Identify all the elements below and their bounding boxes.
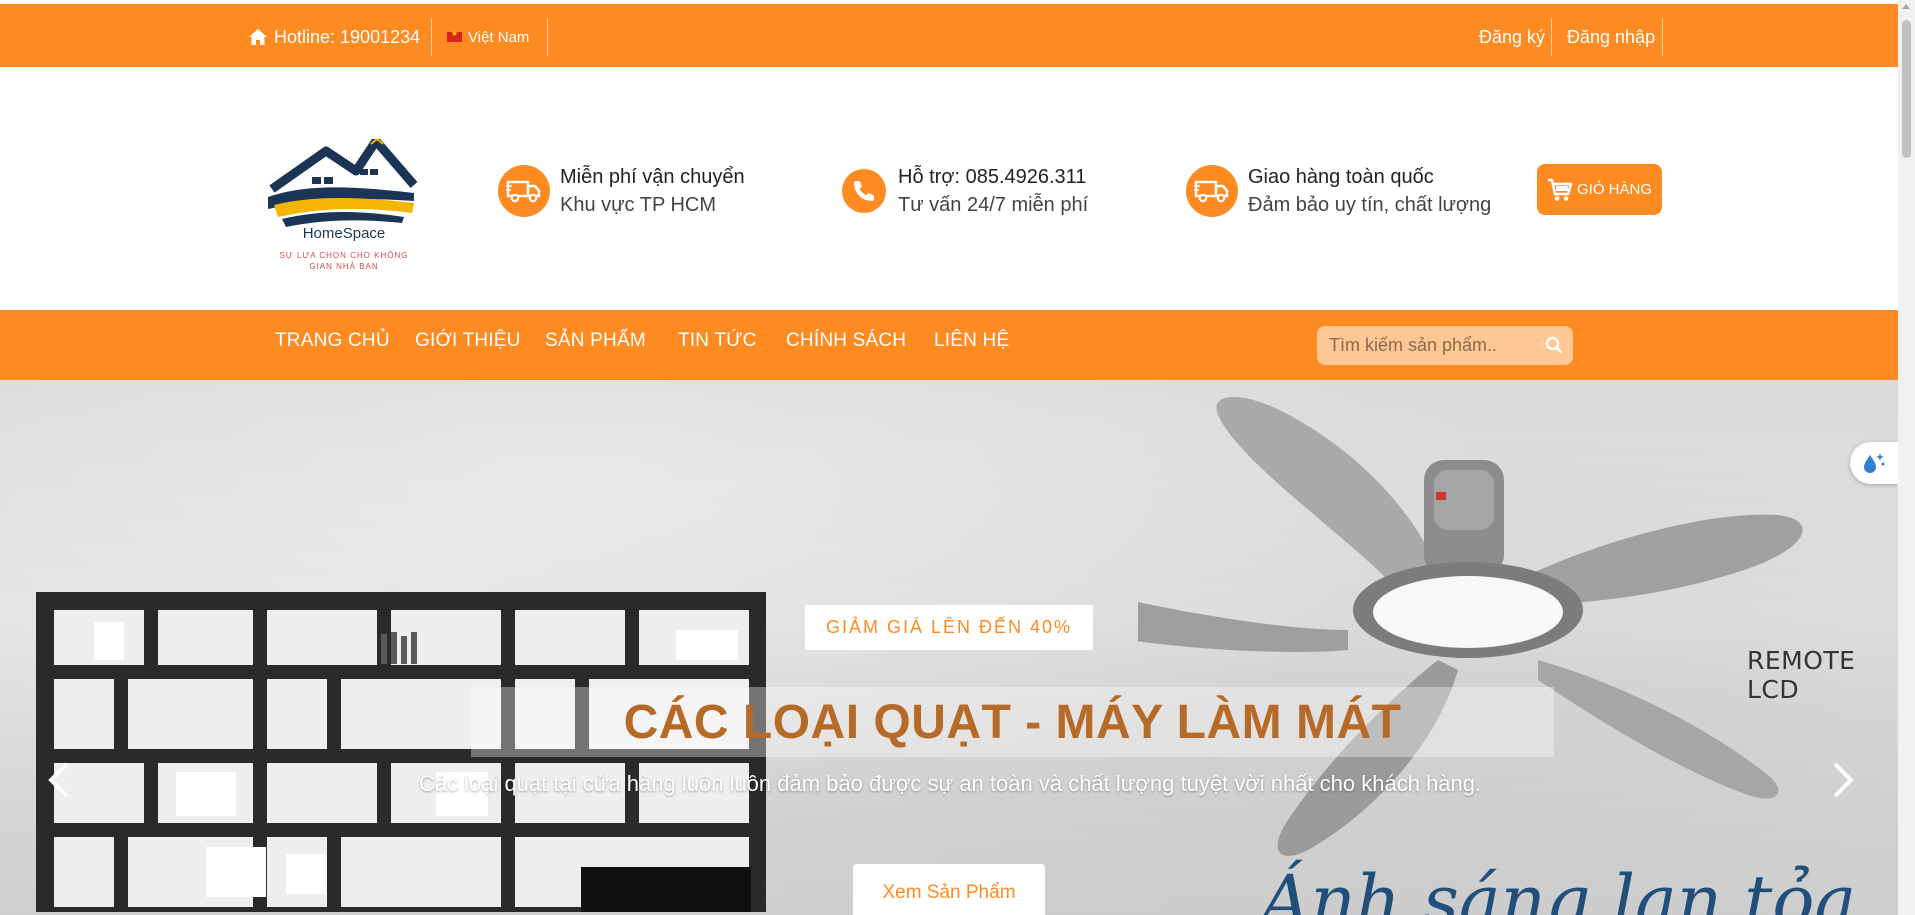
scrollbar-thumb[interactable] <box>1902 20 1911 158</box>
feature-subtitle: Khu vực TP HCM <box>560 194 717 216</box>
house-logo-icon <box>268 139 418 227</box>
login-link[interactable]: Đăng nhập <box>1567 19 1655 55</box>
language-selector[interactable]: Việt Nam <box>447 19 529 55</box>
home-icon <box>249 29 267 45</box>
feature-nationwide-delivery: Giao hàng toàn quốc Đảm bảo uy tín, chất… <box>1186 163 1491 219</box>
register-link[interactable]: Đăng ký <box>1479 19 1545 55</box>
main-nav: TRANG CHỦ GIỚI THIỆU SẢN PHẨM TIN TỨC CH… <box>0 310 1898 380</box>
nav-item-about[interactable]: GIỚI THIỆU <box>415 330 521 352</box>
hotline-text: Hotline: 19001234 <box>274 26 421 47</box>
logo-brand: HomeSpace <box>302 225 386 242</box>
feature-free-shipping: Miễn phí vận chuyển Khu vực TP HCM <box>498 163 745 219</box>
header: HomeSpace SỰ LỰA CHỌN CHO KHÔNG GIAN NHÀ… <box>0 67 1898 310</box>
feature-title: Miễn phí vận chuyển <box>560 166 745 188</box>
scrollbar[interactable] <box>1898 0 1915 915</box>
floating-widget-button[interactable] <box>1850 442 1898 484</box>
hotline[interactable]: Hotline: 19001234 <box>248 19 420 55</box>
divider <box>431 18 432 56</box>
nav-item-contact[interactable]: LIÊN HỆ <box>934 330 1009 352</box>
hero-title: CÁC LOẠI QUẠT - MÁY LÀM MÁT <box>623 695 1402 749</box>
page: Hotline: 19001234 Việt Nam Đăng ký Đăng … <box>0 0 1915 915</box>
nav-item-products[interactable]: SẢN PHẨM <box>545 330 646 352</box>
logo[interactable]: HomeSpace SỰ LỰA CHỌN CHO KHÔNG GIAN NHÀ… <box>264 139 424 279</box>
image-text-remote: REMOTE LCD <box>1747 646 1856 704</box>
view-products-button[interactable]: Xem Sản Phẩm <box>853 864 1045 915</box>
water-drop-icon <box>1864 453 1885 473</box>
vietnam-flag-icon <box>447 29 462 42</box>
scroll-up-arrow-icon[interactable] <box>1902 4 1910 9</box>
feature-title: Hỗ trợ: 085.4926.311 <box>898 166 1087 188</box>
feature-subtitle: Đảm bảo uy tín, chất lượng <box>1248 194 1492 216</box>
hero-slider: REMOTE LCD Ánh sáng lan tỏa GIẢM GIÁ LÊN… <box>0 380 1898 915</box>
nav-item-home[interactable]: TRANG CHỦ <box>275 330 390 352</box>
logo-tagline-2: GIAN NHÀ BẠN <box>309 262 379 271</box>
delivery-truck-icon <box>498 165 550 217</box>
divider <box>1551 18 1552 56</box>
discount-badge: GIẢM GIÁ LÊN ĐẾN 40% <box>805 605 1093 650</box>
cart-icon <box>1547 178 1573 201</box>
slider-next-arrow-icon[interactable] <box>1824 740 1864 820</box>
hero-description: Các loại quạt tại cửa hàng luôn luôn đảm… <box>418 771 1482 796</box>
search-icon[interactable] <box>1545 336 1563 359</box>
cart-button[interactable]: GIỎ HÀNG <box>1537 164 1662 215</box>
nav-item-news[interactable]: TIN TỨC <box>678 330 757 352</box>
phone-icon <box>842 169 886 213</box>
feature-subtitle: Tư vấn 24/7 miễn phí <box>898 194 1089 216</box>
search-box <box>1317 326 1573 365</box>
language-label: Việt Nam <box>468 28 530 46</box>
feature-title: Giao hàng toàn quốc <box>1248 166 1434 188</box>
login-label: Đăng nhập <box>1567 26 1656 47</box>
feature-support: Hỗ trợ: 085.4926.311 Tư vấn 24/7 miễn ph… <box>842 163 1088 219</box>
nav-item-policy[interactable]: CHÍNH SÁCH <box>786 330 906 352</box>
divider <box>1662 18 1663 56</box>
cart-label: GIỎ HÀNG <box>1576 181 1652 198</box>
top-bar: Hotline: 19001234 Việt Nam Đăng ký Đăng … <box>0 4 1898 67</box>
image-text-script: Ánh sáng lan tỏa <box>1260 860 1857 915</box>
logo-tagline-1: SỰ LỰA CHỌN CHO KHÔNG <box>279 251 409 260</box>
delivery-truck-icon <box>1186 165 1238 217</box>
divider <box>547 18 548 56</box>
search-input[interactable] <box>1317 326 1537 365</box>
register-label: Đăng ký <box>1479 26 1546 47</box>
slider-prev-arrow-icon[interactable] <box>38 740 78 820</box>
